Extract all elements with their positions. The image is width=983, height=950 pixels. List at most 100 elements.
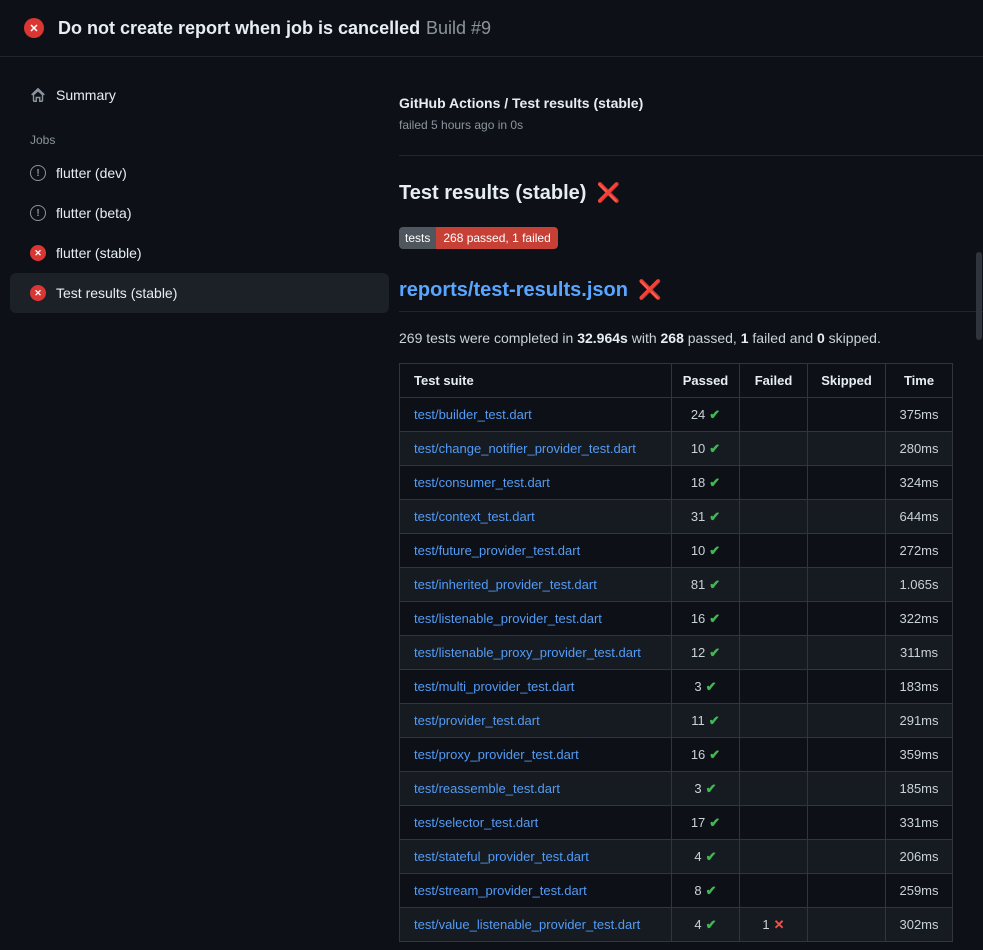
time-cell: 302ms [886,908,953,942]
col-header-failed: Failed [740,364,808,398]
check-icon: ✔ [706,883,717,898]
tests-badge: tests 268 passed, 1 failed [399,227,558,249]
table-row: test/consumer_test.dart 18✔ ✕ 324ms [400,466,953,500]
skipped-cell [808,908,886,942]
test-suite-link[interactable]: test/proxy_provider_test.dart [414,747,579,762]
check-icon: ✔ [709,611,720,626]
red-x-icon: ✕ [774,917,785,932]
failed-cell: ✕ [740,738,808,772]
table-body: test/builder_test.dart 24✔ ✕ 375ms test/… [400,398,953,942]
build-number: Build #9 [426,18,491,38]
table-row: test/provider_test.dart 11✔ ✕ 291ms [400,704,953,738]
time-cell: 644ms [886,500,953,534]
sidebar-job-label: flutter (beta) [56,205,131,221]
table-row: test/future_provider_test.dart 10✔ ✕ 272… [400,534,953,568]
test-suite-link[interactable]: test/reassemble_test.dart [414,781,560,796]
report-file-link[interactable]: reports/test-results.json [399,279,628,302]
test-suite-link[interactable]: test/change_notifier_provider_test.dart [414,441,636,456]
skipped-cell [808,772,886,806]
failed-cell: ✕ [740,704,808,738]
time-cell: 322ms [886,602,953,636]
skipped-cell [808,432,886,466]
summary-text-part: 268 [661,330,684,346]
vertical-scrollbar-thumb[interactable] [976,252,982,340]
red-x-icon: ❌ [638,281,662,300]
failed-cell: ✕ [740,466,808,500]
skipped-cell [808,636,886,670]
time-cell: 331ms [886,806,953,840]
time-cell: 272ms [886,534,953,568]
table-row: test/listenable_proxy_provider_test.dart… [400,636,953,670]
run-status-line: failed 5 hours ago in 0s [399,118,952,132]
test-suite-link[interactable]: test/stateful_provider_test.dart [414,849,589,864]
test-suite-link[interactable]: test/listenable_proxy_provider_test.dart [414,645,641,660]
sidebar-job-item[interactable]: ✕ flutter (stable) [10,233,389,273]
run-title: Do not create report when job is cancell… [58,18,420,38]
skipped-cell [808,670,886,704]
skipped-cell [808,738,886,772]
skipped-cell [808,398,886,432]
passed-cell: 11✔ [672,704,740,738]
sidebar-item-summary[interactable]: Summary [10,75,389,115]
check-icon: ✔ [709,815,720,830]
passed-cell: 10✔ [672,534,740,568]
badge-label: tests [399,227,436,249]
passed-cell: 24✔ [672,398,740,432]
passed-cell: 4✔ [672,908,740,942]
check-icon: ✔ [706,849,717,864]
time-cell: 185ms [886,772,953,806]
skipped-cell [808,602,886,636]
passed-cell: 81✔ [672,568,740,602]
test-suite-link[interactable]: test/provider_test.dart [414,713,540,728]
time-cell: 324ms [886,466,953,500]
sidebar-job-item[interactable]: ✕ Test results (stable) [10,273,389,313]
sidebar-summary-label: Summary [56,87,116,103]
passed-cell: 17✔ [672,806,740,840]
time-cell: 206ms [886,840,953,874]
main-content: GitHub Actions / Test results (stable) f… [399,57,983,942]
sidebar-job-label: Test results (stable) [56,285,177,301]
sidebar-job-item[interactable]: ! flutter (dev) [10,153,389,193]
table-row: test/reassemble_test.dart 3✔ ✕ 185ms [400,772,953,806]
section-title: Test results (stable) ❌ [399,182,952,205]
skipped-cell [808,704,886,738]
failed-cell: ✕ [740,602,808,636]
sidebar-job-label: flutter (dev) [56,165,127,181]
check-icon: ✔ [709,645,720,660]
jobs-section-label: Jobs [30,133,389,147]
badge-value: 268 passed, 1 failed [436,227,557,249]
failed-cell: ✕ [740,568,808,602]
time-cell: 359ms [886,738,953,772]
divider [399,155,983,156]
failed-cell: ✕ [740,772,808,806]
test-suite-link[interactable]: test/value_listenable_provider_test.dart [414,917,640,932]
test-suite-link[interactable]: test/stream_provider_test.dart [414,883,587,898]
failed-x-circle-icon: ✕ [24,18,44,38]
time-cell: 259ms [886,874,953,908]
summary-text-part: 269 tests were completed in [399,330,577,346]
check-icon: ✔ [709,713,720,728]
check-icon: ✔ [709,441,720,456]
report-file-heading: reports/test-results.json ❌ [399,279,983,312]
failed-cell: ✕ [740,500,808,534]
table-row: test/listenable_provider_test.dart 16✔ ✕… [400,602,953,636]
sidebar: Summary Jobs ! flutter (dev) ! flutter (… [0,57,399,313]
test-suite-link[interactable]: test/context_test.dart [414,509,535,524]
test-suite-link[interactable]: test/inherited_provider_test.dart [414,577,597,592]
sidebar-job-item[interactable]: ! flutter (beta) [10,193,389,233]
test-suite-link[interactable]: test/listenable_provider_test.dart [414,611,602,626]
test-suite-link[interactable]: test/selector_test.dart [414,815,538,830]
test-suite-link[interactable]: test/multi_provider_test.dart [414,679,574,694]
test-suite-link[interactable]: test/future_provider_test.dart [414,543,580,558]
summary-text-part: 32.964s [577,330,628,346]
passed-cell: 18✔ [672,466,740,500]
test-suite-link[interactable]: test/consumer_test.dart [414,475,550,490]
skipped-cell [808,874,886,908]
table-row: test/proxy_provider_test.dart 16✔ ✕ 359m… [400,738,953,772]
test-suite-link[interactable]: test/builder_test.dart [414,407,532,422]
neutral-exclamation-circle-icon: ! [30,205,46,221]
summary-text-part: skipped. [825,330,881,346]
passed-cell: 31✔ [672,500,740,534]
failed-x-circle-icon: ✕ [30,245,46,261]
time-cell: 183ms [886,670,953,704]
